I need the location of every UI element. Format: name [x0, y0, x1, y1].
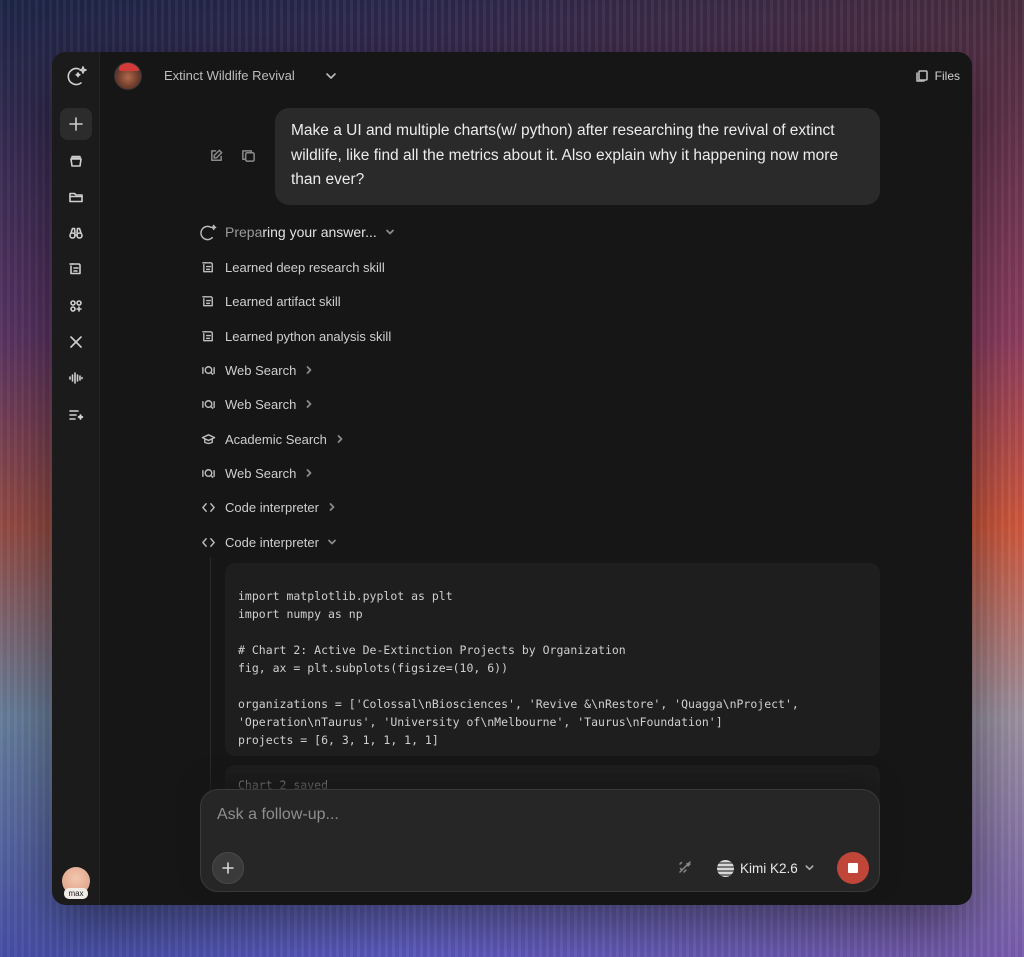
step-learned-deep-research: Learned deep research skill — [200, 257, 385, 277]
stop-button[interactable] — [837, 852, 869, 884]
files-button[interactable]: Files — [915, 66, 960, 86]
logo-icon[interactable] — [60, 60, 92, 92]
model-name: Kimi K2.6 — [740, 860, 798, 876]
preparing-status[interactable]: Preparing your answer... — [200, 222, 397, 242]
skill-icon — [200, 328, 217, 345]
list-sparkle-icon[interactable] — [60, 399, 92, 431]
code-line: organizations = ['Colossal\nBiosciences'… — [238, 697, 799, 711]
plus-icon — [222, 862, 234, 874]
graduation-cap-icon — [200, 431, 217, 448]
chevron-down-icon[interactable] — [324, 69, 338, 83]
code-block[interactable]: import matplotlib.pyplot as plt import n… — [225, 563, 880, 756]
web-search-icon — [200, 465, 217, 482]
project-avatar[interactable] — [114, 62, 142, 90]
step-web-search-1[interactable]: Web Search — [200, 360, 316, 380]
step-web-search-3[interactable]: Web Search — [200, 463, 316, 483]
model-selector[interactable]: Kimi K2.6 — [717, 857, 815, 879]
spinner-sparkle-icon — [200, 224, 217, 241]
code-line: import numpy as np — [238, 607, 363, 621]
project-title[interactable]: Extinct Wildlife Revival — [164, 68, 295, 83]
chevron-down-icon — [385, 226, 397, 238]
step-learned-artifact: Learned artifact skill — [200, 291, 341, 311]
chevron-down-icon — [804, 861, 815, 876]
app-window: max Extinct Wildlife Revival Files Make … — [52, 52, 972, 905]
agents-icon[interactable] — [60, 290, 92, 322]
chevron-right-icon — [304, 467, 316, 479]
code-icon — [200, 534, 217, 551]
copy-icon[interactable] — [239, 146, 257, 164]
top-bar: Extinct Wildlife Revival Files — [100, 52, 972, 100]
step-learned-python-analysis: Learned python analysis skill — [200, 326, 391, 346]
code-line: import matplotlib.pyplot as plt — [238, 589, 453, 603]
message-actions — [207, 146, 257, 164]
x-icon[interactable] — [60, 326, 92, 358]
step-code-interpreter-2[interactable]: Code interpreter — [200, 532, 339, 552]
code-line: 'Operation\nTaurus', 'University of\nMel… — [238, 715, 723, 729]
tools-toggle-icon[interactable] — [677, 859, 695, 877]
model-logo-icon — [717, 859, 734, 877]
files-icon — [915, 70, 928, 82]
status-text: Preparing your answer... — [225, 224, 377, 240]
skill-icon — [200, 259, 217, 276]
chevron-right-icon — [327, 501, 339, 513]
step-code-interpreter-1[interactable]: Code interpreter — [200, 497, 339, 517]
code-rail — [210, 557, 211, 807]
add-attachment-button[interactable] — [212, 852, 244, 884]
skill-icon — [200, 293, 217, 310]
chevron-down-icon — [327, 536, 339, 548]
code-line: fig, ax = plt.subplots(figsize=(10, 6)) — [238, 661, 509, 675]
follow-up-input[interactable] — [217, 806, 857, 824]
folder-icon[interactable] — [60, 181, 92, 213]
web-search-icon — [200, 362, 217, 379]
step-academic-search[interactable]: Academic Search — [200, 429, 347, 449]
files-label: Files — [934, 69, 960, 83]
binoculars-icon[interactable] — [60, 217, 92, 249]
web-search-icon — [200, 396, 217, 413]
stop-icon — [848, 863, 858, 873]
sidebar: max — [52, 52, 100, 905]
code-icon — [200, 499, 217, 516]
composer: Kimi K2.6 — [200, 789, 880, 892]
chevron-right-icon — [304, 398, 316, 410]
new-chat-icon[interactable] — [60, 108, 92, 140]
code-line: # Chart 2: Active De-Extinction Projects… — [238, 643, 626, 657]
chevron-right-icon — [335, 433, 347, 445]
user-message: Make a UI and multiple charts(w/ python)… — [275, 108, 880, 205]
stack-icon[interactable] — [60, 145, 92, 177]
audio-wave-icon[interactable] — [60, 362, 92, 394]
code-line: projects = [6, 3, 1, 1, 1, 1] — [238, 733, 439, 747]
edit-icon[interactable] — [207, 146, 225, 164]
user-tag: max — [64, 888, 88, 899]
skills-icon[interactable] — [60, 253, 92, 285]
step-web-search-2[interactable]: Web Search — [200, 394, 316, 414]
chevron-right-icon — [304, 364, 316, 376]
